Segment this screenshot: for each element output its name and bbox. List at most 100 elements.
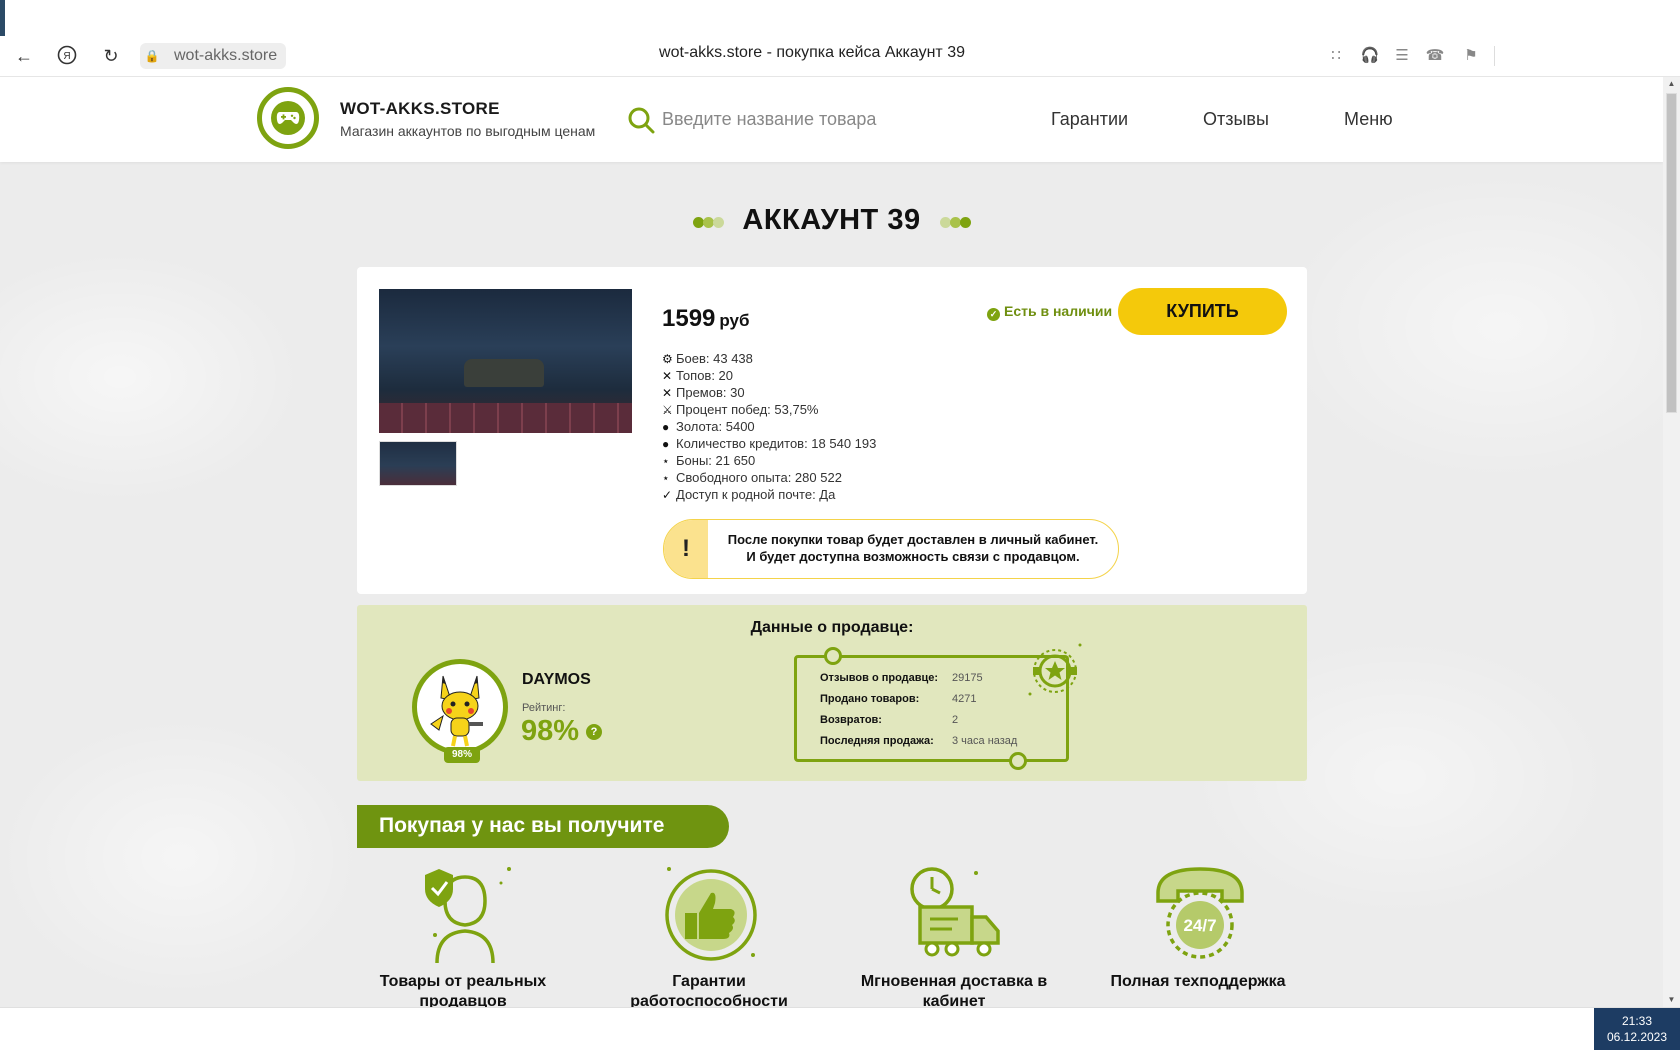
clock-time: 21:33 [1621, 1014, 1653, 1028]
stat-text: Количество кредитов: 18 540 193 [676, 436, 877, 451]
support-24-7-icon: 24/7 [1156, 867, 1244, 959]
product-thumbnail[interactable] [379, 441, 457, 486]
info-label: Отзывов о продавце: [820, 672, 939, 684]
page-viewport: WOT-AKKS.STORE Магазин аккаунтов по выго… [0, 77, 1663, 1007]
trophy-icon: ⚔ [662, 403, 673, 417]
stat-winrate: ⚔ Процент побед: 53,75% [662, 402, 876, 419]
search-input[interactable] [662, 103, 1002, 135]
battle-icon: ⚙ [662, 352, 673, 366]
seller-shield-icon [425, 867, 511, 963]
scrollbar-thumb[interactable] [1666, 93, 1677, 413]
stat-email-access: ✓ Доступ к родной почте: Да [662, 487, 876, 504]
delivery-notice: ! После покупки товар будет доставлен в … [663, 519, 1119, 579]
avatar-rating-badge: 98% [444, 747, 480, 763]
info-value: 4271 [952, 693, 977, 705]
page-scrollbar[interactable]: ▲ ▼ [1663, 77, 1680, 1007]
exclamation-icon: ! [664, 520, 708, 578]
info-value: 2 [952, 714, 959, 726]
brand-tagline: Магазин аккаунтов по выгодным ценам [340, 123, 596, 139]
benefit-label: Полная техподдержка [1110, 973, 1286, 990]
tab-title: wot-akks.store - покупка кейса Аккаунт 3… [659, 44, 965, 61]
scroll-up-icon[interactable]: ▲ [1663, 77, 1680, 91]
benefits-heading-text: Покупая у нас вы получите [379, 814, 665, 837]
rating-value: 98% [521, 715, 580, 747]
stat-text: Процент побед: 53,75% [676, 402, 819, 417]
star-icon: ⋆ [662, 454, 670, 468]
reader-icon[interactable]: ☰ [1392, 46, 1412, 66]
seller-avatar[interactable] [412, 659, 508, 755]
account-stats: ⚙ Боев: 43 438 ✕ Топов: 20 ✕ Премов: 30 ⚔ Пр… [662, 351, 876, 504]
price-value: 1599 [662, 305, 716, 332]
gamepad-icon [271, 101, 305, 135]
availability-status: ✓ Есть в наличии [987, 303, 1112, 321]
logo[interactable] [257, 87, 319, 149]
info-label: Возвратов: [820, 714, 882, 726]
stat-tops: ✕ Топов: 20 [662, 368, 876, 385]
check-icon: ✓ [662, 488, 673, 502]
buy-button[interactable]: КУПИТЬ [1118, 288, 1287, 335]
stat-battles: ⚙ Боев: 43 438 [662, 351, 876, 368]
bookmark-icon[interactable]: ⚑ [1461, 46, 1481, 66]
system-clock[interactable]: 21:33 06.12.2023 [1594, 1008, 1680, 1050]
stat-credits: ● Количество кредитов: 18 540 193 [662, 436, 876, 453]
price-currency: руб [719, 311, 750, 330]
price: 1599 руб [662, 305, 750, 333]
seller-name[interactable]: DAYMOS [522, 671, 591, 689]
stat-text: Свободного опыта: 280 522 [676, 470, 842, 485]
rating-label: Рейтинг: [522, 702, 566, 714]
browser-toolbar: ← Я ↻ 🔒 wot-akks.store wot-akks.store - … [0, 0, 1680, 77]
headphones-icon[interactable]: 🎧 [1360, 46, 1380, 66]
scroll-down-icon[interactable]: ▼ [1663, 993, 1680, 1007]
stat-free-xp: ⋆ Свободного опыта: 280 522 [662, 470, 876, 487]
availability-text: Есть в наличии [1004, 303, 1113, 319]
page-title: АККАУНТ 39 [742, 204, 921, 236]
star-icon: ⋆ [662, 471, 670, 485]
frame-knob-top [824, 647, 842, 665]
benefit-label: Мгновенная доставка в кабинет [860, 973, 1048, 1007]
info-value: 3 часа назад [952, 735, 1018, 747]
moneybag-icon: ● [662, 437, 670, 451]
nav-menu[interactable]: Меню [1344, 109, 1393, 130]
apps-icon[interactable]: ∷ [1326, 46, 1346, 66]
vehicle-strip [379, 403, 632, 433]
info-value: 29175 [952, 672, 983, 684]
search-icon[interactable] [627, 106, 655, 134]
title-dots-right [940, 217, 972, 229]
cross-icon: ✕ [662, 386, 673, 400]
nav-guarantees[interactable]: Гарантии [1051, 109, 1128, 130]
help-icon[interactable]: ? [586, 724, 602, 740]
stat-text: Доступ к родной почте: Да [676, 487, 836, 502]
stat-bonds: ⋆ Боны: 21 650 [662, 453, 876, 470]
stat-gold: ● Золота: 5400 [662, 419, 876, 436]
pikachu-avatar-icon [430, 675, 483, 747]
notice-line-1: После покупки товар будет доставлен в ли… [727, 532, 1099, 547]
stat-text: Премов: 30 [676, 385, 745, 400]
benefit-label: Гарантии работоспособности [630, 973, 788, 1007]
star-medal-icon [1028, 643, 1082, 696]
seller-section-title: Данные о продавце: [750, 619, 914, 636]
cross-icon: ✕ [662, 369, 673, 383]
info-label: Последняя продажа: [820, 735, 934, 747]
benefit-label: Товары от реальных продавцов [379, 973, 547, 1007]
clock-date: 06.12.2023 [1606, 1030, 1668, 1044]
stat-text: Боны: 21 650 [676, 453, 756, 468]
check-circle-icon: ✓ [987, 308, 1000, 321]
stat-text: Боев: 43 438 [676, 351, 753, 366]
stat-text: Топов: 20 [676, 368, 734, 383]
product-card: 1599 руб ✓ Есть в наличии КУПИТЬ ⚙ Боев: 43… [357, 267, 1307, 594]
notice-text: После покупки товар будет доставлен в ли… [708, 531, 1118, 565]
nav-reviews[interactable]: Отзывы [1203, 109, 1269, 130]
window-corner [0, 0, 5, 36]
moneybag-icon: ● [662, 420, 670, 434]
delivery-truck-icon [910, 867, 1000, 957]
seller-panel: Данные о продавце: 98% DAYMOS Рейтинг: 9… [357, 605, 1307, 781]
toolbar-divider [1494, 46, 1495, 66]
product-main-image[interactable] [379, 289, 632, 433]
site-header: WOT-AKKS.STORE Магазин аккаунтов по выго… [0, 77, 1663, 162]
stat-premiums: ✕ Премов: 30 [662, 385, 876, 402]
stat-text: Золота: 5400 [676, 419, 755, 434]
benefits-heading: Покупая у нас вы получите [357, 805, 729, 848]
brand-name[interactable]: WOT-AKKS.STORE [340, 99, 500, 119]
support-badge-text: 24/7 [1183, 916, 1216, 935]
protect-icon[interactable]: ☎ [1425, 46, 1445, 66]
